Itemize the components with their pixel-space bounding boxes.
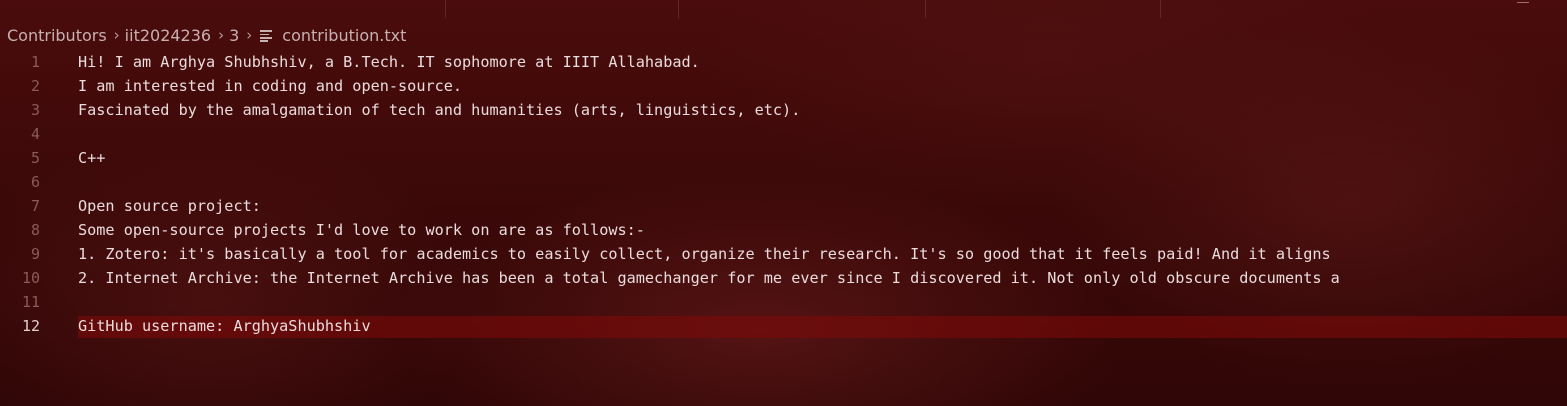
line-text[interactable]: GitHub username: ArghyaShubhshiv bbox=[78, 314, 371, 338]
line-text[interactable]: I am interested in coding and open-sourc… bbox=[78, 74, 462, 98]
breadcrumb-item-folder[interactable]: iit2024236 bbox=[124, 26, 212, 45]
line-text[interactable]: Hi! I am Arghya Shubhshiv, a B.Tech. IT … bbox=[78, 50, 700, 74]
line-text[interactable]: 1. Zotero: it's basically a tool for aca… bbox=[78, 242, 1331, 266]
editor-line[interactable]: 11 bbox=[0, 290, 1567, 314]
line-number: 11 bbox=[21, 293, 40, 311]
editor-tab[interactable] bbox=[446, 0, 679, 18]
breadcrumb: Contributors › iit2024236 › 3 › contribu… bbox=[6, 24, 407, 46]
editor-line[interactable]: 7 Open source project: bbox=[0, 194, 1567, 218]
line-text[interactable]: C++ bbox=[78, 146, 105, 170]
editor-tab[interactable] bbox=[679, 0, 926, 18]
line-number: 7 bbox=[30, 197, 40, 215]
line-text[interactable]: Some open-source projects I'd love to wo… bbox=[78, 218, 645, 242]
editor-line[interactable]: 5 C++ bbox=[0, 146, 1567, 170]
editor-line[interactable]: 6 bbox=[0, 170, 1567, 194]
editor-tab-bar bbox=[0, 0, 1567, 18]
chevron-right-icon: › bbox=[218, 26, 225, 44]
line-number: 6 bbox=[30, 173, 40, 191]
panel-toggle-icon[interactable] bbox=[1517, 0, 1529, 3]
editor-tab[interactable] bbox=[200, 0, 446, 18]
breadcrumb-item-subfolder[interactable]: 3 bbox=[228, 26, 240, 45]
chevron-right-icon: › bbox=[246, 26, 253, 44]
editor-line[interactable]: 8 Some open-source projects I'd love to … bbox=[0, 218, 1567, 242]
editor-line[interactable]: 10 2. Internet Archive: the Internet Arc… bbox=[0, 266, 1567, 290]
line-number: 2 bbox=[30, 77, 40, 95]
line-number: 3 bbox=[30, 101, 40, 119]
code-editor[interactable]: 1 Hi! I am Arghya Shubhshiv, a B.Tech. I… bbox=[0, 50, 1567, 338]
line-number: 12 bbox=[21, 317, 40, 335]
line-text[interactable]: Open source project: bbox=[78, 194, 261, 218]
editor-tab[interactable] bbox=[926, 0, 1161, 18]
editor-line[interactable]: 9 1. Zotero: it's basically a tool for a… bbox=[0, 242, 1567, 266]
editor-line[interactable]: 3 Fascinated by the amalgamation of tech… bbox=[0, 98, 1567, 122]
line-number: 4 bbox=[30, 125, 40, 143]
line-text[interactable]: Fascinated by the amalgamation of tech a… bbox=[78, 98, 800, 122]
editor-line[interactable]: 1 Hi! I am Arghya Shubhshiv, a B.Tech. I… bbox=[0, 50, 1567, 74]
text-file-lines-icon bbox=[260, 29, 273, 42]
line-number: 9 bbox=[30, 245, 40, 263]
breadcrumb-item-contributors[interactable]: Contributors bbox=[6, 26, 108, 45]
line-text[interactable]: 2. Internet Archive: the Internet Archiv… bbox=[78, 266, 1340, 290]
editor-line-current[interactable]: 12 GitHub username: ArghyaShubhshiv bbox=[0, 314, 1567, 338]
line-number: 8 bbox=[30, 221, 40, 239]
line-number: 10 bbox=[21, 269, 40, 287]
editor-line[interactable]: 2 I am interested in coding and open-sou… bbox=[0, 74, 1567, 98]
line-number: 1 bbox=[30, 53, 40, 71]
editor-line[interactable]: 4 bbox=[0, 122, 1567, 146]
chevron-right-icon: › bbox=[113, 26, 120, 44]
breadcrumb-item-file[interactable]: contribution.txt bbox=[281, 26, 407, 45]
line-number: 5 bbox=[30, 149, 40, 167]
